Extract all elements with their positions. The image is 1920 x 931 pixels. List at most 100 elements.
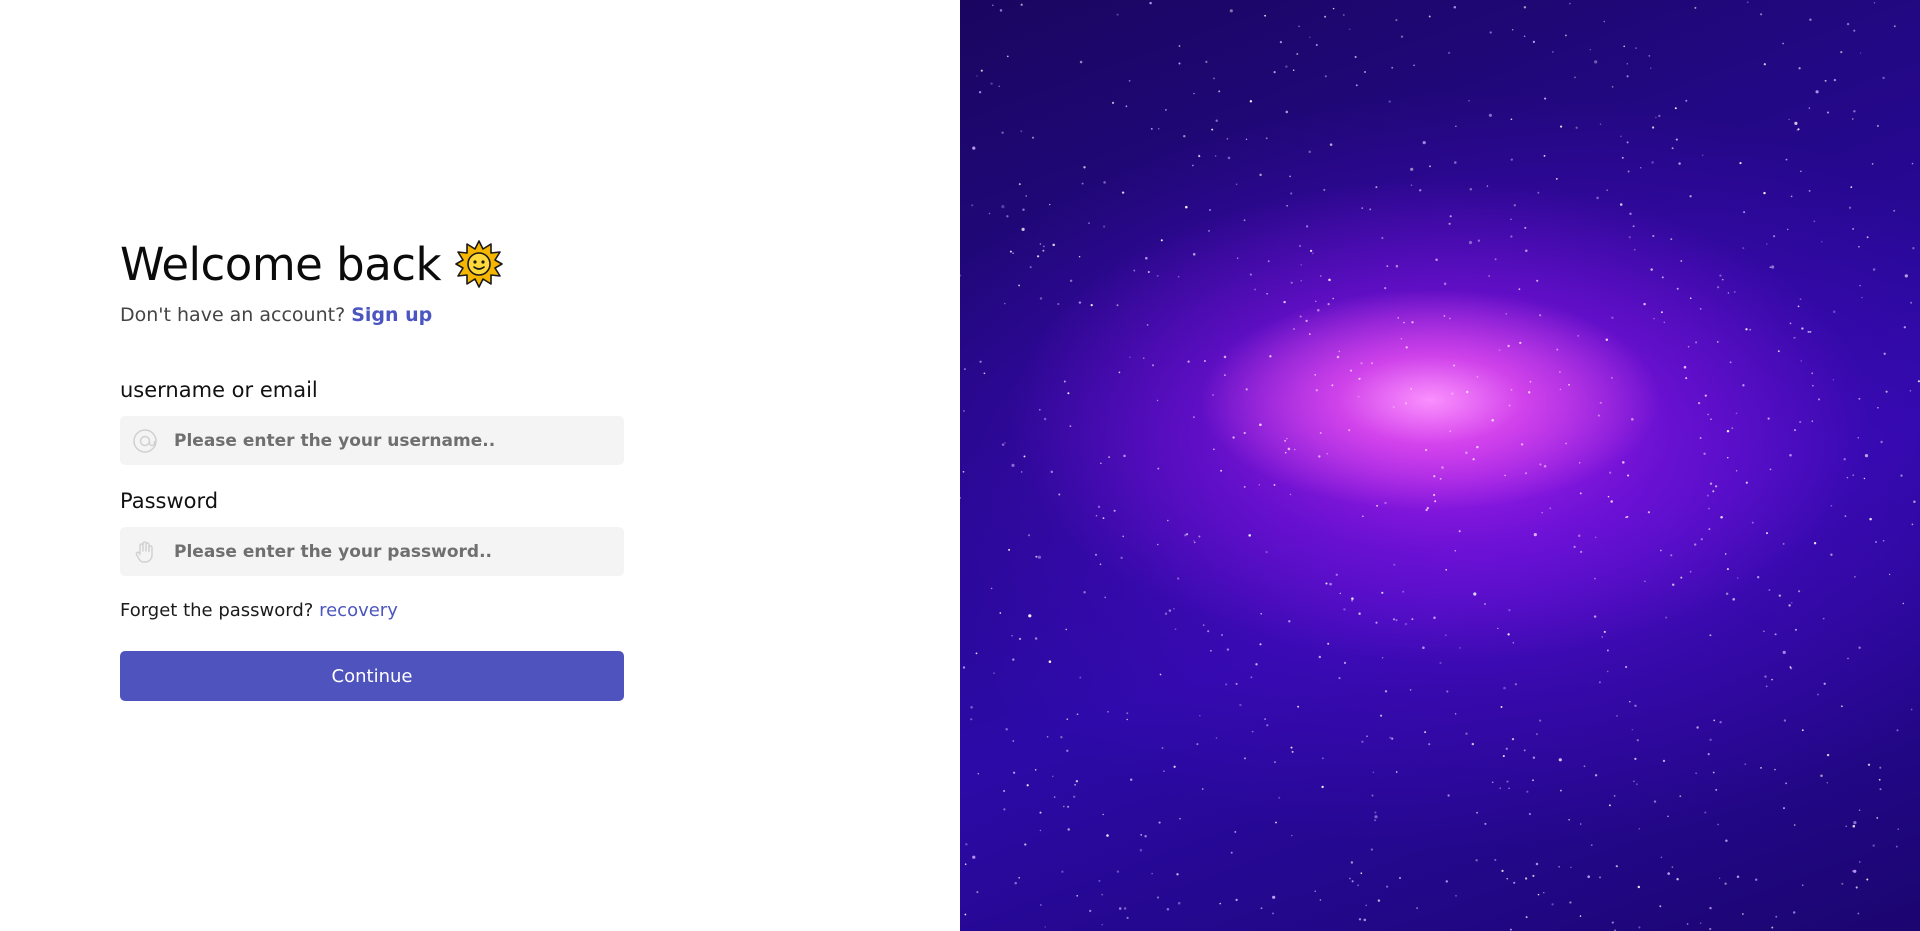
star: [1689, 570, 1692, 573]
star: [1245, 388, 1248, 391]
star: [1210, 649, 1212, 652]
star: [1229, 9, 1233, 13]
star: [1757, 576, 1760, 579]
signup-link[interactable]: Sign up: [351, 304, 432, 326]
star: [1697, 401, 1701, 405]
star: [1232, 436, 1235, 439]
star: [1593, 577, 1596, 580]
star: [1455, 125, 1457, 128]
star: [1857, 437, 1859, 439]
star: [1375, 621, 1378, 624]
star: [1348, 429, 1351, 432]
star: [1239, 703, 1242, 707]
star: [1537, 893, 1540, 896]
star: [1432, 493, 1436, 497]
star: [1392, 618, 1396, 621]
star: [1556, 348, 1559, 351]
star: [1144, 835, 1147, 838]
star: [1798, 590, 1801, 593]
star: [1371, 794, 1374, 797]
star: [975, 652, 978, 655]
username-input[interactable]: [172, 429, 616, 452]
star: [1832, 378, 1835, 381]
star: [1893, 209, 1896, 212]
star: [1798, 67, 1801, 70]
star: [1179, 817, 1181, 820]
star: [1004, 302, 1006, 305]
password-input[interactable]: [172, 540, 616, 563]
star: [1146, 323, 1149, 326]
star: [1763, 191, 1766, 195]
star: [1578, 462, 1581, 464]
star: [1471, 742, 1475, 746]
star: [1593, 615, 1597, 618]
star: [1052, 243, 1055, 247]
star: [1018, 876, 1021, 879]
star: [1218, 90, 1221, 93]
star: [1505, 313, 1508, 315]
star: [1305, 319, 1308, 323]
star: [1706, 494, 1709, 497]
star: [1699, 308, 1702, 310]
star: [1801, 327, 1804, 330]
star: [1633, 780, 1635, 783]
star: [1786, 228, 1789, 231]
star: [1089, 909, 1092, 913]
star: [1845, 825, 1847, 827]
star: [1212, 394, 1214, 396]
star: [1332, 7, 1335, 10]
star: [1299, 315, 1302, 318]
star: [1311, 252, 1314, 255]
star: [1778, 594, 1781, 597]
star: [1103, 225, 1106, 228]
star: [1623, 45, 1625, 48]
star: [1596, 196, 1599, 200]
star: [1069, 279, 1073, 283]
continue-button[interactable]: Continue: [120, 651, 624, 701]
star: [1680, 260, 1683, 262]
star: [1533, 533, 1537, 537]
star: [1660, 549, 1662, 552]
star: [1101, 923, 1103, 926]
star: [1777, 350, 1780, 353]
star: [1300, 280, 1302, 282]
star: [1398, 876, 1402, 880]
star: [1078, 255, 1081, 258]
star: [1167, 519, 1169, 522]
star: [1503, 686, 1506, 690]
star: [1676, 878, 1679, 881]
star: [1671, 866, 1674, 868]
star: [1647, 511, 1650, 514]
star: [1724, 882, 1727, 885]
star: [1535, 733, 1538, 736]
star: [1286, 205, 1288, 207]
star: [971, 204, 974, 207]
star: [1885, 390, 1888, 393]
star: [1484, 822, 1487, 825]
star: [976, 75, 978, 77]
username-field[interactable]: [120, 416, 624, 465]
star: [1102, 813, 1104, 816]
star: [1447, 794, 1450, 797]
star: [1235, 183, 1238, 186]
star: [1249, 100, 1253, 103]
star: [1185, 205, 1188, 209]
star: [1435, 258, 1438, 261]
star: [1386, 265, 1389, 267]
star: [1116, 870, 1120, 873]
star: [1620, 135, 1622, 138]
star: [1104, 596, 1107, 599]
recovery-link[interactable]: recovery: [319, 600, 398, 621]
star: [1006, 215, 1009, 218]
star: [1912, 247, 1915, 250]
star: [1745, 328, 1748, 331]
star: [1164, 612, 1168, 615]
star: [1631, 418, 1634, 421]
password-field[interactable]: [120, 527, 624, 576]
star: [1285, 110, 1289, 114]
star: [1331, 384, 1334, 387]
star: [1628, 236, 1631, 239]
star: [1579, 550, 1583, 554]
star: [1821, 240, 1823, 243]
star: [1370, 848, 1374, 851]
